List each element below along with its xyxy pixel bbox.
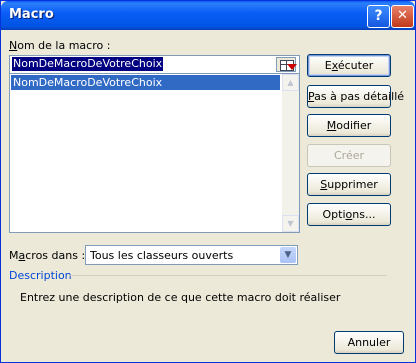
macros-in-value: Tous les classeurs ouverts [90, 249, 234, 262]
options-button[interactable]: Options... [307, 203, 391, 226]
macro-name-input[interactable]: NomDeMacroDeVotreChoix [9, 55, 300, 74]
macro-list[interactable]: NomDeMacroDeVotreChoix ▲ ▼ [9, 73, 300, 233]
edit-button[interactable]: Modifier [307, 114, 391, 137]
macros-in-label: Macros dans : [9, 249, 86, 262]
macro-name-label: Nom de la macro : [9, 39, 110, 52]
cancel-button[interactable]: Annuler [334, 331, 404, 354]
close-icon[interactable]: ✕ [391, 5, 414, 28]
description-title: Description [9, 269, 72, 282]
title-bar[interactable]: Macro ? ✕ [1, 1, 415, 30]
list-item[interactable]: NomDeMacroDeVotreChoix [11, 75, 280, 90]
macro-name-label-accel: N [9, 39, 18, 52]
create-button[interactable]: Créer [307, 144, 391, 167]
run-button[interactable]: Exécuter [307, 54, 391, 77]
chevron-down-icon[interactable]: ▼ [280, 247, 296, 263]
scroll-down-arrow-icon[interactable]: ▼ [282, 215, 299, 232]
help-icon[interactable]: ? [367, 5, 390, 28]
macros-in-select[interactable]: Tous les classeurs ouverts ▼ [85, 245, 298, 265]
window-title: Macro [9, 7, 54, 22]
description-divider [69, 275, 387, 276]
description-text: Entrez une description de ce que cette m… [20, 291, 341, 304]
macro-name-value[interactable]: NomDeMacroDeVotreChoix [12, 57, 164, 71]
cell-reference-icon[interactable] [276, 57, 297, 72]
macro-dialog: Macro ? ✕ Nom de la macro : NomDeMacroDe… [0, 0, 416, 363]
scroll-up-arrow-icon[interactable]: ▲ [282, 74, 299, 91]
step-into-button[interactable]: Pas à pas détaillé [307, 85, 404, 108]
delete-button[interactable]: Supprimer [307, 173, 391, 196]
macro-name-label-text: om de la macro : [17, 39, 111, 52]
vertical-scrollbar[interactable]: ▲ ▼ [282, 74, 299, 232]
